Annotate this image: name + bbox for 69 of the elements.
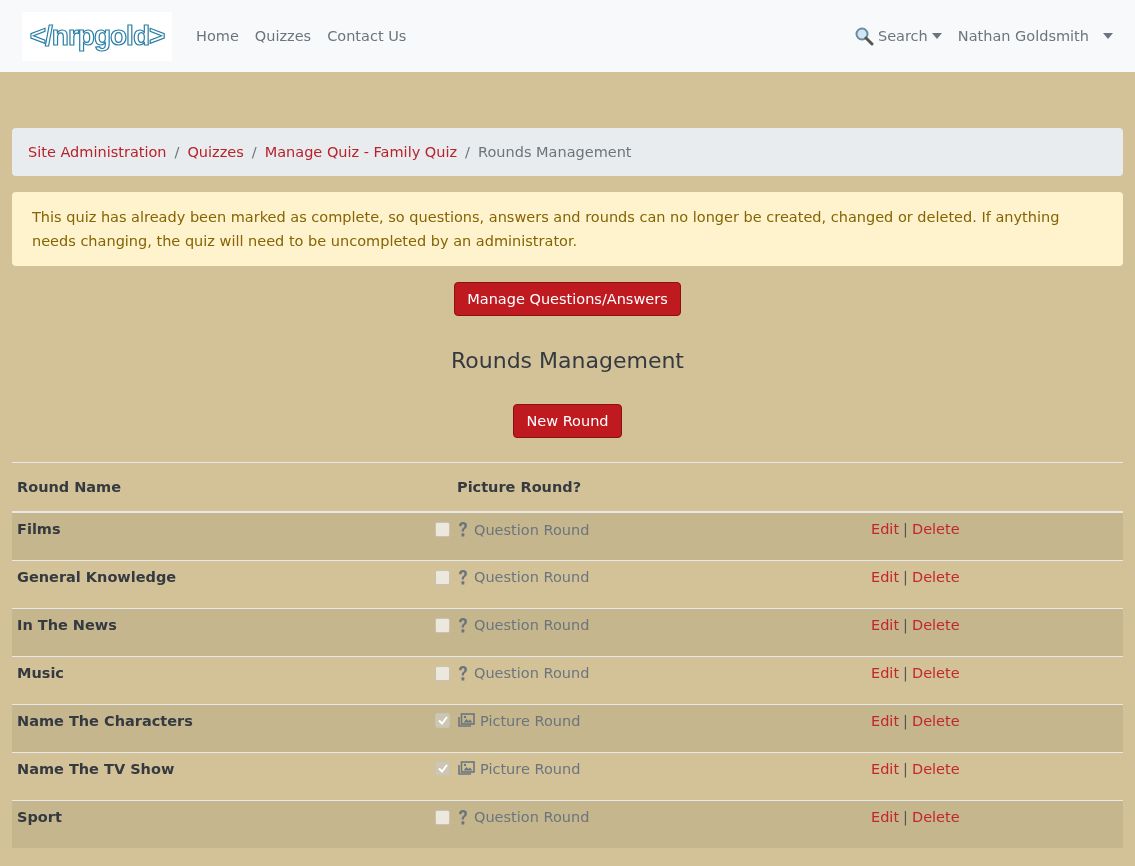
edit-link[interactable]: Edit xyxy=(871,664,900,681)
edit-link[interactable]: Edit xyxy=(871,712,900,729)
round-name: Films xyxy=(17,521,61,537)
checkbox[interactable] xyxy=(435,665,450,681)
round-name: Name The TV Show xyxy=(17,760,175,777)
nav-link[interactable]: Quizzes xyxy=(254,28,312,44)
round-name: Name The Characters xyxy=(17,712,193,729)
separator: | xyxy=(903,664,908,681)
checkbox[interactable] xyxy=(435,569,450,585)
question-mark-icon xyxy=(457,808,469,826)
delete-link[interactable]: Delete xyxy=(912,760,960,777)
warning-alert: This quiz has already been marked as complete, so questions, answers and rounds can no longer be created, changed or deleted. If anything needs changing, the quiz will need to be uncompleted by an administrator. xyxy=(12,192,1123,266)
round-name: General Knowledge xyxy=(17,568,177,585)
breadcrumb-separator: / xyxy=(251,144,257,160)
round-type: Question Round xyxy=(474,809,590,825)
separator: | xyxy=(903,760,908,777)
edit-link[interactable]: Edit xyxy=(871,616,900,633)
breadcrumb-separator: / xyxy=(465,144,470,160)
separator: | xyxy=(903,712,908,729)
images-icon xyxy=(457,713,475,728)
round-name: In The News xyxy=(17,616,117,633)
page-heading: Rounds Management xyxy=(451,347,684,373)
round-type: Picture Round xyxy=(480,712,581,729)
images-icon xyxy=(457,761,475,776)
edit-link[interactable]: Edit xyxy=(871,568,900,585)
separator: | xyxy=(903,568,908,585)
separator: | xyxy=(903,808,908,825)
nav-link[interactable]: Home xyxy=(196,28,239,44)
separator: | xyxy=(903,616,908,633)
breadcrumb-link[interactable]: Quizzes xyxy=(187,144,244,160)
breadcrumb-separator: / xyxy=(174,144,180,160)
delete-link[interactable]: Delete xyxy=(912,568,960,585)
column-header: Picture Round? xyxy=(457,479,582,495)
edit-link[interactable]: Edit xyxy=(871,808,900,825)
checkbox[interactable] xyxy=(435,522,450,537)
search-dropdown[interactable]: Search xyxy=(877,28,928,44)
question-mark-icon xyxy=(457,664,469,682)
question-mark-icon xyxy=(457,616,469,634)
caret-icon xyxy=(931,33,942,39)
question-mark-icon xyxy=(457,568,469,586)
separator: | xyxy=(903,521,908,537)
round-name: Music xyxy=(17,664,64,681)
delete-link[interactable]: Delete xyxy=(912,664,960,681)
edit-link[interactable]: Edit xyxy=(871,760,900,777)
round-type: Question Round xyxy=(474,617,590,633)
nav-link[interactable]: Contact Us xyxy=(327,28,407,44)
manage-questions-button[interactable]: Manage Questions/Answers xyxy=(454,282,681,316)
delete-link[interactable]: Delete xyxy=(912,521,960,537)
logo[interactable]: </nrpgold> xyxy=(22,11,172,61)
question-mark-icon xyxy=(457,521,469,538)
search-icon xyxy=(853,26,874,46)
round-type: Picture Round xyxy=(480,760,581,777)
checkbox[interactable] xyxy=(435,761,450,776)
new-round-button[interactable]: New Round xyxy=(513,404,622,438)
round-name: Sport xyxy=(17,808,62,825)
delete-link[interactable]: Delete xyxy=(912,616,960,633)
breadcrumb-link[interactable]: Manage Quiz - Family Quiz xyxy=(264,144,458,160)
round-type: Question Round xyxy=(474,521,590,538)
round-type: Question Round xyxy=(474,665,590,681)
edit-link[interactable]: Edit xyxy=(871,521,900,537)
checkbox[interactable] xyxy=(435,713,450,728)
delete-link[interactable]: Delete xyxy=(912,808,960,825)
round-type: Question Round xyxy=(474,569,590,585)
breadcrumb-current: Rounds Management xyxy=(478,144,632,160)
delete-link[interactable]: Delete xyxy=(912,712,960,729)
user-dropdown[interactable]: Nathan Goldsmith xyxy=(957,28,1089,44)
caret-icon xyxy=(1103,33,1113,39)
column-header: Round Name xyxy=(17,479,122,495)
breadcrumb-link[interactable]: Site Administration xyxy=(28,144,167,160)
